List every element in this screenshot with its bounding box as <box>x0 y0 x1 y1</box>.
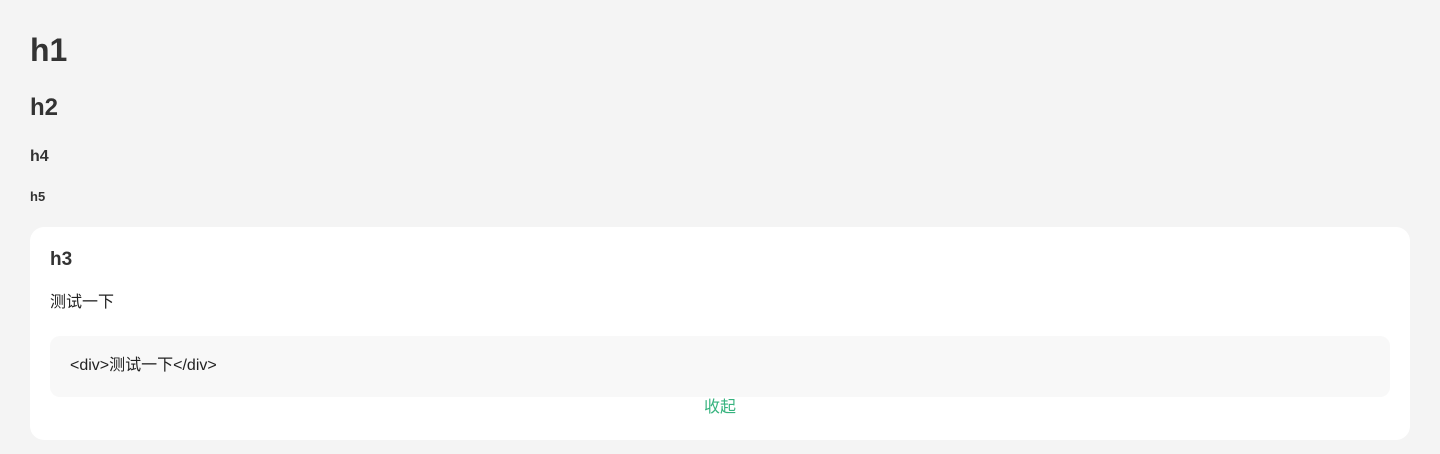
demo-rendered-text: 测试一下 <box>50 294 115 311</box>
heading-h4: h4 <box>30 148 49 165</box>
code-block <box>50 336 1390 397</box>
heading-h2: h2 <box>30 94 59 121</box>
collapse-button[interactable]: 收起 <box>0 400 1440 416</box>
card-title-h3: h3 <box>50 249 73 270</box>
heading-h5: h5 <box>30 189 46 204</box>
heading-h1: h1 <box>30 32 68 68</box>
code-snippet: <div>测试一下</div> <box>70 357 217 374</box>
